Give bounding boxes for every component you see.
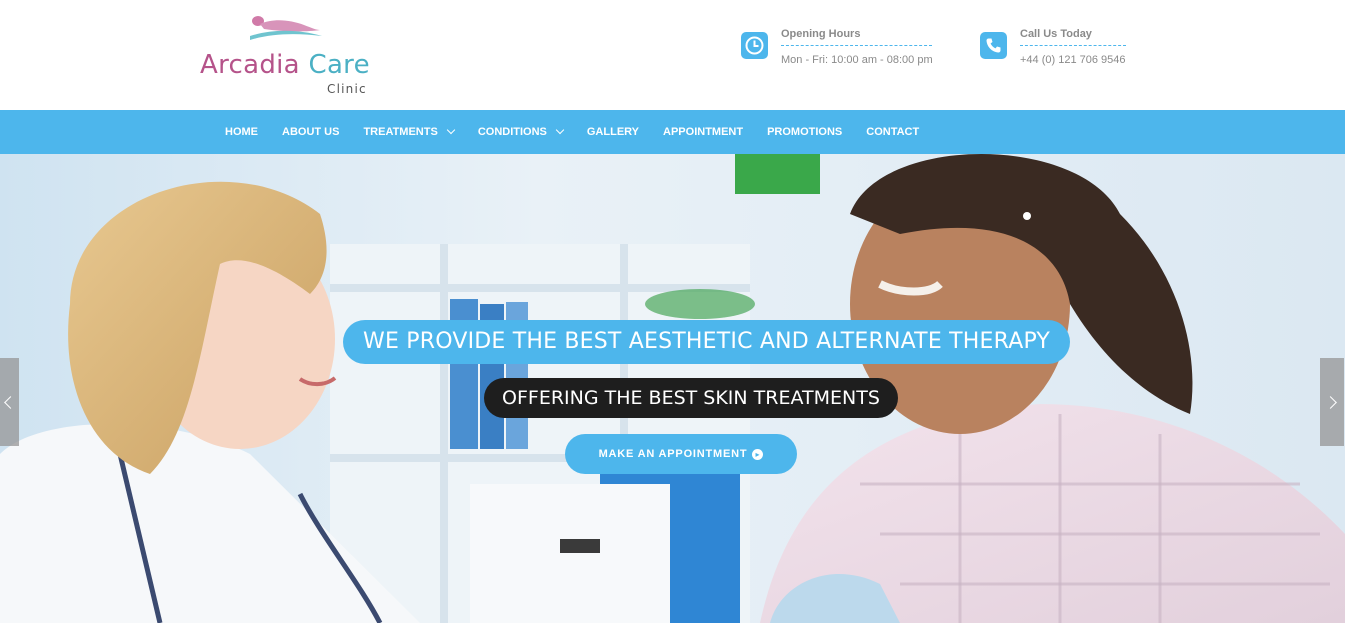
nav-item-label: CONDITIONS (477, 126, 547, 138)
slider-next-button[interactable] (1320, 358, 1344, 446)
slider-prev-button[interactable] (0, 358, 19, 446)
logo[interactable]: Arcadia Care Clinic (200, 12, 380, 102)
nav-item-label: GALLERY (586, 126, 640, 138)
reclining-figure-icon (250, 16, 322, 40)
nav-item-promotions[interactable]: PROMOTIONS (755, 110, 854, 154)
opening-hours-title: Opening Hours (781, 28, 932, 46)
opening-hours-value: Mon - Fri: 10:00 am - 08:00 pm (781, 54, 933, 66)
logo-word-care: Care (308, 50, 370, 80)
nav-item-label: ABOUT US (282, 126, 340, 138)
hero-subheadline: OFFERING THE BEST SKIN TREATMENTS (484, 378, 898, 418)
opening-hours: Opening Hours Mon - Fri: 10:00 am - 08:0… (741, 28, 936, 72)
nav-item-label: PROMOTIONS (767, 126, 843, 138)
nav-item-label: TREATMENTS (363, 126, 438, 138)
nav-item-label: HOME (225, 126, 258, 138)
make-appointment-button[interactable]: MAKE AN APPOINTMENT ▸ (565, 434, 797, 474)
call-us-title: Call Us Today (1020, 28, 1126, 46)
hero-slider: WE PROVIDE THE BEST AESTHETIC AND ALTERN… (0, 154, 1345, 623)
phone-number[interactable]: +44 (0) 121 706 9546 (1020, 54, 1126, 66)
arrow-circle-right-icon: ▸ (752, 448, 764, 460)
chevron-down-icon (555, 125, 565, 135)
call-us: Call Us Today +44 (0) 121 706 9546 (980, 28, 1130, 72)
make-appointment-label: MAKE AN APPOINTMENT (598, 448, 748, 460)
nav-item-contact[interactable]: CONTACT (854, 110, 931, 154)
nav-item-appointment[interactable]: APPOINTMENT (651, 110, 755, 154)
chevron-right-icon (1323, 395, 1337, 409)
logo-text: Arcadia Care (200, 50, 370, 80)
nav-item-conditions[interactable]: CONDITIONS (466, 110, 575, 154)
nav-item-about-us[interactable]: ABOUT US (270, 110, 351, 154)
logo-subtitle: Clinic (327, 82, 367, 96)
nav-menu: HOME ABOUT US TREATMENTS CONDITIONS GALL… (213, 110, 931, 154)
nav-item-home[interactable]: HOME (213, 110, 270, 154)
logo-word-arcadia: Arcadia (200, 50, 300, 80)
nav-item-treatments[interactable]: TREATMENTS (351, 110, 465, 154)
hero-headline: WE PROVIDE THE BEST AESTHETIC AND ALTERN… (343, 320, 1071, 364)
site-header: Arcadia Care Clinic Opening Hours Mon - … (0, 0, 1345, 110)
chevron-left-icon (3, 395, 17, 409)
phone-icon (980, 32, 1007, 59)
nav-item-label: APPOINTMENT (663, 126, 744, 138)
chevron-down-icon (446, 125, 456, 135)
main-navigation: HOME ABOUT US TREATMENTS CONDITIONS GALL… (0, 110, 1345, 154)
nav-item-gallery[interactable]: GALLERY (575, 110, 651, 154)
clock-icon (741, 32, 768, 59)
nav-item-label: CONTACT (866, 126, 920, 138)
